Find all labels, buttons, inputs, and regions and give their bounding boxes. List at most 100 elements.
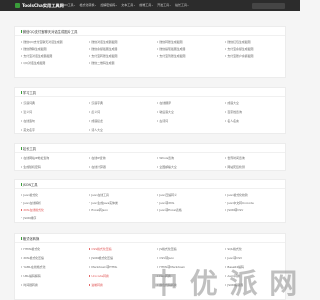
tool-link[interactable]: JSON排序 xyxy=(21,216,36,220)
menu-item[interactable]: 文本工具▾ xyxy=(119,0,137,11)
tool-link[interactable]: CSV转Json xyxy=(157,256,174,260)
tool-link[interactable]: 微信对话生成器截图 xyxy=(89,40,117,44)
tool-link[interactable]: 歇后语大全 xyxy=(157,110,174,114)
tool-link[interactable]: 汉语词典 xyxy=(21,101,35,105)
menu-item-label: JSON工具 xyxy=(60,3,74,7)
menu-item[interactable]: 加解密编码▾ xyxy=(98,0,119,11)
tool-link-label: 世界时间查询 xyxy=(227,156,245,160)
tool-link[interactable]: Excel转Json xyxy=(89,208,108,212)
tool-link[interactable]: 诗人大全 xyxy=(89,128,103,132)
tool-link[interactable]: Json格式化校验 xyxy=(225,193,248,197)
tool-link[interactable]: 百家姓查询 xyxy=(225,110,242,114)
menu-item[interactable]: 站长工具▾ xyxy=(173,0,191,11)
tool-link[interactable]: 微信提现截图生成器 xyxy=(157,47,185,51)
tool-link-label: YAML在线格式化 xyxy=(23,265,46,269)
tool-link-label: Json在线工具 xyxy=(91,193,109,197)
tool-link[interactable]: 在线IP查询 xyxy=(89,156,106,160)
menu-item[interactable]: 前端工具▾ xyxy=(137,0,155,11)
tool-link-label: Markdown转HTML xyxy=(91,265,118,269)
tool-link[interactable]: 在线翻译 xyxy=(157,101,171,105)
tool-link[interactable]: Json压缩转义 xyxy=(157,193,177,197)
tool-link-label: 全国邮编大全 xyxy=(159,165,177,169)
tool-link[interactable]: 支付宝对话生成器截图 xyxy=(21,54,52,58)
tool-link[interactable]: YAML在线格式化 xyxy=(21,265,45,269)
chevron-down-icon: ▾ xyxy=(95,5,97,7)
tool-link[interactable]: JSON格式化压缩 xyxy=(89,256,113,260)
tool-link-label: 汉语词典 xyxy=(23,101,35,105)
tool-link[interactable]: Json转XML xyxy=(157,201,174,205)
tool-link[interactable]: 支付宝账户余额截图 xyxy=(225,54,253,58)
tool-link[interactable]: JSON转CSV xyxy=(225,208,243,212)
tool-link[interactable]: 进制转换 xyxy=(89,283,103,287)
menu-item[interactable]: 格式化转换▾ xyxy=(77,0,98,11)
tool-link-label: 时间戳转换 xyxy=(23,283,38,287)
tool-link-label: 生成随机密码 xyxy=(23,165,41,169)
tool-link[interactable]: 微信二维码生成器 xyxy=(89,61,115,65)
tool-link-label: 微信群聊生成截图 xyxy=(23,47,47,51)
tool-link-label: 网站死链检测 xyxy=(227,165,245,169)
tool-link-label: Json中文转Unicode xyxy=(227,200,254,205)
tool-link[interactable]: 名人名言 xyxy=(225,119,239,123)
tool-link[interactable]: Json中文转Unicode xyxy=(225,201,254,205)
tool-link[interactable]: 微信QQ支付宝聊天对话生成器 xyxy=(21,40,63,44)
tool-link[interactable]: QQ对话生成截图 xyxy=(21,61,45,65)
tool-link[interactable]: 微信余额截图生成器 xyxy=(89,47,117,51)
tool-link[interactable]: 微信群聊生成截图 xyxy=(21,47,47,51)
section-title: JSON工具 xyxy=(22,183,38,187)
tool-link[interactable]: 支付宝余额生成截图 xyxy=(225,47,253,51)
tool-link[interactable]: Json在线工具 xyxy=(89,193,109,197)
tool-link[interactable]: 在线造句 xyxy=(21,119,35,123)
chevron-down-icon: ▾ xyxy=(169,5,171,7)
tool-link-label: 在线网站IP地址查询 xyxy=(23,156,50,160)
tool-link[interactable]: URL编码解码 xyxy=(21,274,41,278)
tool-link[interactable]: 近义词 xyxy=(21,110,32,114)
tool-link-label: CSS格式化压缩 xyxy=(91,247,112,251)
title-bar-icon xyxy=(21,30,22,34)
tool-link-label: 成语大全 xyxy=(227,101,239,105)
tool-link[interactable]: 古诗词 xyxy=(157,119,168,123)
tool-link[interactable]: Whois查询 xyxy=(157,156,174,160)
tool-link[interactable]: 反义词 xyxy=(89,110,100,114)
tool-link-label: 诗人大全 xyxy=(91,128,103,132)
tool-link[interactable]: 在线网站IP地址查询 xyxy=(21,156,49,160)
menu-item[interactable]: JSON工具▾ xyxy=(58,0,77,11)
tool-link[interactable]: 时间戳转换 xyxy=(21,283,38,287)
divider xyxy=(15,152,285,153)
tool-link-label: CSV转Json xyxy=(159,256,175,260)
tool-link[interactable]: 成语大全 xyxy=(225,101,239,105)
tool-link[interactable]: 在线计算器 xyxy=(89,165,106,169)
tool-link[interactable]: SQL格式化 xyxy=(225,247,242,251)
tool-link[interactable]: XML在线格式化 xyxy=(21,208,44,212)
tool-link[interactable]: Json转CSV xyxy=(225,256,242,260)
tool-link[interactable]: Json在线解析 xyxy=(21,201,41,205)
section-title: 微信QQ支付宝聊天对话生成图片工具 xyxy=(22,30,78,34)
section-title: 站长工具 xyxy=(22,147,36,151)
site-logo[interactable]: ToolsCha实用工具网 xyxy=(15,2,64,9)
tool-link[interactable]: 汉语字典 xyxy=(89,101,103,105)
tool-link[interactable]: Json格式化 xyxy=(21,193,38,197)
tool-link[interactable]: 生成随机密码 xyxy=(21,165,41,169)
tool-link[interactable]: 支付宝到账生成截图 xyxy=(157,54,185,58)
tool-link[interactable]: 成语接龙 xyxy=(89,119,103,123)
divider xyxy=(15,35,285,36)
search-input[interactable] xyxy=(252,2,285,9)
tool-link[interactable]: HTML格式化 xyxy=(21,247,40,251)
tool-link[interactable]: Unicode转换 xyxy=(89,274,109,278)
tool-link[interactable]: 英文名字 xyxy=(21,128,35,132)
tool-link[interactable]: 支付宝转账生成截图 xyxy=(89,54,117,58)
tool-link[interactable]: Json转Excel表格 xyxy=(157,208,182,212)
tool-link[interactable]: XML格式化压缩 xyxy=(21,256,44,260)
tool-link[interactable]: JS格式化压缩 xyxy=(157,247,177,251)
tool-link-label: URL编码解码 xyxy=(23,274,41,278)
tool-link[interactable]: Json生成Java实体类 xyxy=(89,201,118,205)
tool-link[interactable]: 微信红包生成截图 xyxy=(225,40,251,44)
chevron-down-icon: ▾ xyxy=(187,5,189,7)
tool-link[interactable]: Markdown转HTML xyxy=(89,265,117,269)
tool-link[interactable]: 微信转账生成截图 xyxy=(157,40,183,44)
tool-link[interactable]: 全国邮编大全 xyxy=(157,165,177,169)
menu-item[interactable]: 开发工具▾ xyxy=(155,0,173,11)
tool-link[interactable]: 网站死链检测 xyxy=(225,165,245,169)
menu-item-label: 文本工具 xyxy=(121,3,134,7)
tool-link[interactable]: CSS格式化压缩 xyxy=(89,247,112,251)
tool-link[interactable]: 世界时间查询 xyxy=(225,156,245,160)
